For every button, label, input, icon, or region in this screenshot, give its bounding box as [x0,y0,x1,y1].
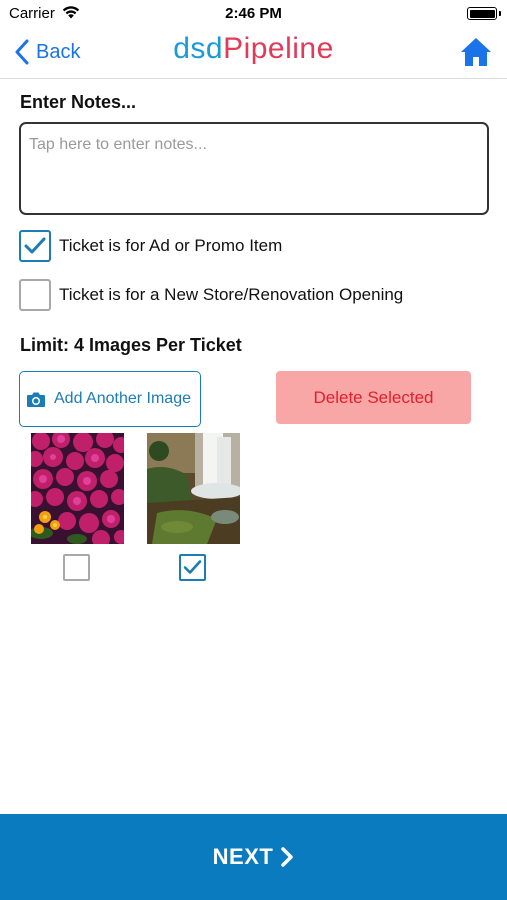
waterfall-photo [147,433,240,544]
camera-icon [27,392,45,407]
home-icon[interactable] [459,36,493,68]
logo-part-pipeline: Pipeline [223,32,334,65]
delete-selected-button[interactable]: Delete Selected [276,371,471,424]
battery-cap [499,11,501,16]
flowers-photo [31,433,124,544]
notes-input[interactable] [19,122,489,215]
image-thumbnail-flowers[interactable] [31,433,124,544]
clock: 2:46 PM [225,5,282,22]
checkbox-new-store[interactable] [19,279,51,311]
delete-selected-label: Delete Selected [313,387,434,407]
chevron-right-icon [281,847,294,867]
nav-bar: Back dsdPipeline [0,28,507,79]
option-new-store[interactable]: Ticket is for a New Store/Renovation Ope… [19,279,403,311]
option-new-store-label: Ticket is for a New Store/Renovation Ope… [59,285,404,304]
checkmark-icon [183,560,202,574]
battery-icon [467,7,497,20]
checkbox-ad-promo[interactable] [19,230,51,262]
logo-part-dsd: dsd [173,32,224,65]
app-logo: dsdPipeline [0,32,507,66]
image-limit-label: Limit: 4 Images Per Ticket [20,335,242,355]
checkmark-icon [24,237,46,254]
next-button[interactable]: NEXT [0,814,507,900]
option-ad-promo-label: Ticket is for Ad or Promo Item [59,236,283,255]
status-bar: Carrier 2:46 PM [0,0,507,28]
next-label: NEXT [212,844,274,869]
image-thumbnail-waterfall[interactable] [147,433,240,544]
image-select-checkbox-1[interactable] [63,554,90,581]
option-ad-promo[interactable]: Ticket is for Ad or Promo Item [19,230,282,262]
add-image-label: Add Another Image [54,390,191,407]
notes-label: Enter Notes... [20,92,137,112]
image-select-checkbox-2[interactable] [179,554,206,581]
add-image-button[interactable]: Add Another Image [19,371,201,427]
